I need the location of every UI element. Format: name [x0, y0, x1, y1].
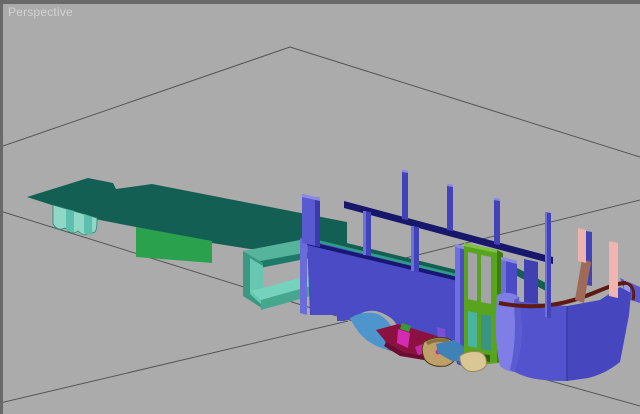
bulkhead-slot	[481, 255, 491, 304]
bracket-stripe[interactable]	[84, 214, 92, 236]
bulkhead-slot	[468, 311, 477, 348]
far-stake-post[interactable]	[447, 184, 453, 231]
corner-post-shade	[315, 197, 320, 247]
rack-pillar-highlight	[455, 244, 460, 350]
perspective-viewport[interactable]: Perspective	[0, 0, 640, 414]
stake-post-highlight	[411, 226, 414, 271]
far-stake-post[interactable]	[494, 198, 500, 245]
body-end-face[interactable]	[300, 238, 307, 315]
inner-wheel[interactable]	[460, 352, 487, 372]
bulkhead-slot	[468, 252, 477, 301]
far-stake-post[interactable]	[402, 170, 408, 220]
pink-stake-post[interactable]	[578, 228, 586, 263]
viewport-label[interactable]: Perspective	[8, 5, 73, 19]
bulkhead-slot	[481, 314, 491, 351]
tall-post-highlight	[545, 212, 547, 317]
viewport-border-top	[0, 0, 640, 4]
viewport-canvas[interactable]	[0, 0, 640, 414]
bracket-stripe[interactable]	[66, 209, 74, 233]
viewport-border-left	[0, 0, 3, 414]
stake-post-highlight	[363, 211, 366, 255]
pink-stake-post[interactable]	[609, 241, 618, 298]
